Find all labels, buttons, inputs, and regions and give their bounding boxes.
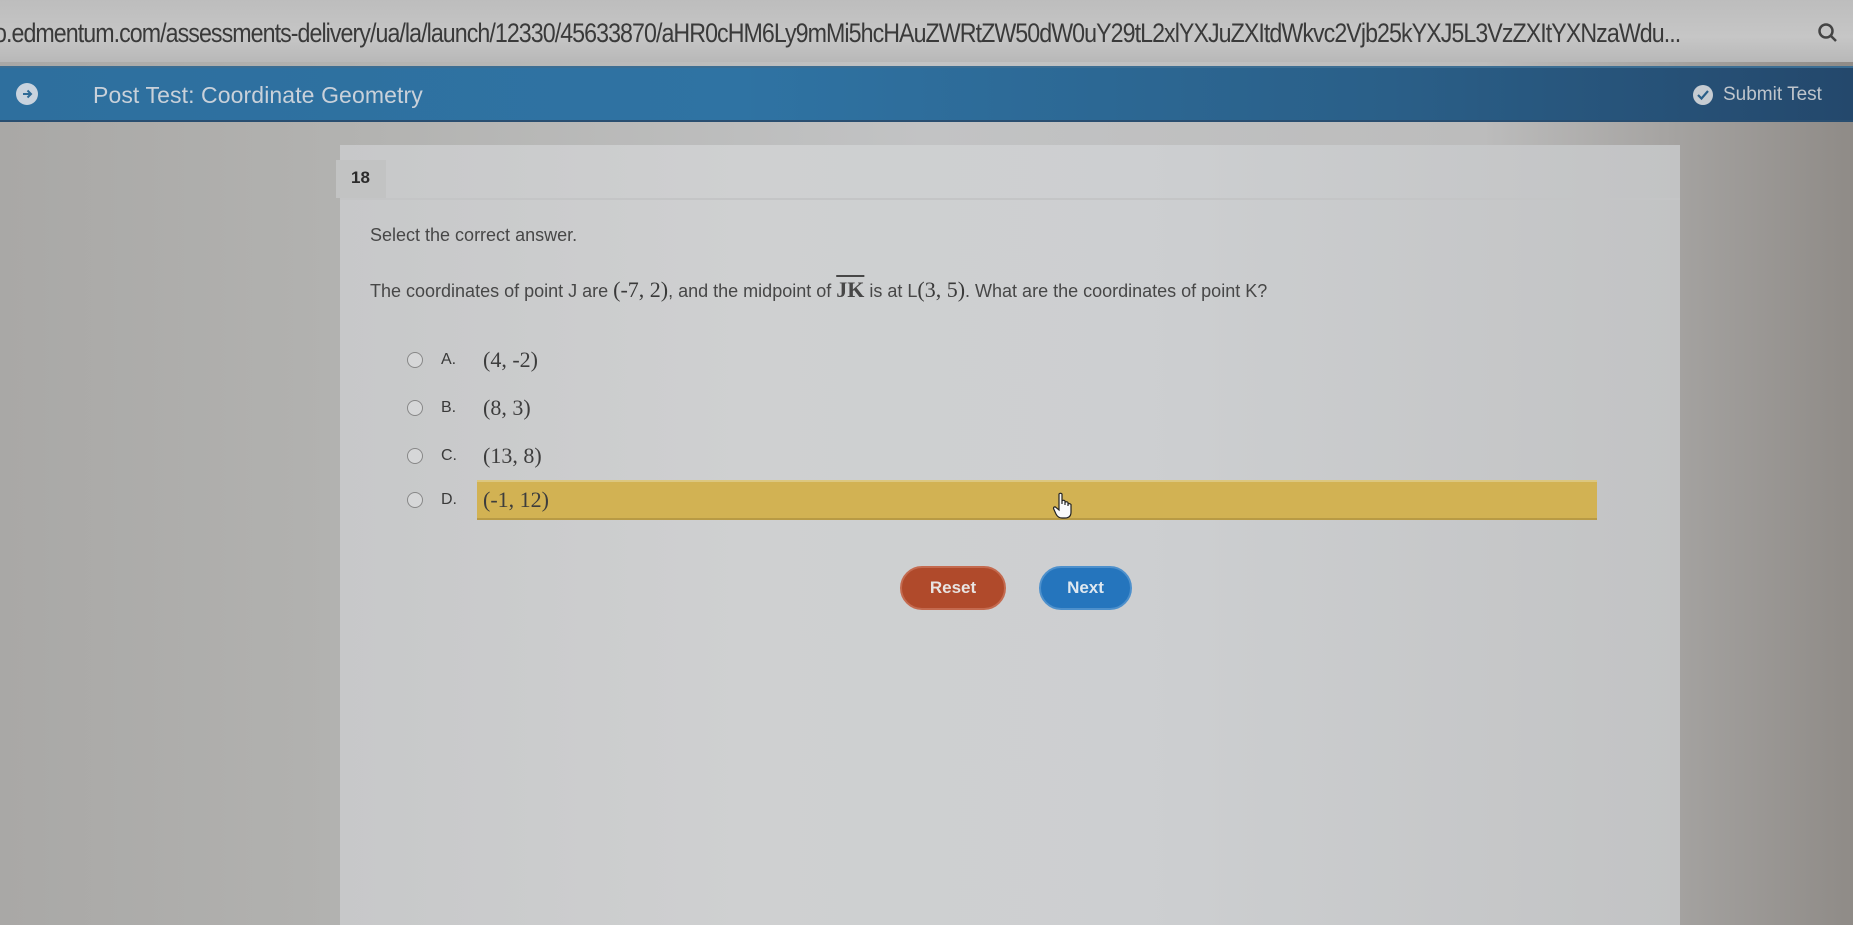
prompt-text: is at L	[864, 281, 918, 301]
arrow-circle-icon[interactable]	[16, 83, 38, 105]
test-title: Post Test: Coordinate Geometry	[93, 82, 423, 108]
question-divider	[340, 198, 1680, 200]
option-value[interactable]: (8, 3)	[483, 388, 531, 428]
radio-button[interactable]	[407, 352, 423, 368]
option-letter: C.	[441, 447, 457, 464]
submit-test-button[interactable]: Submit Test	[1693, 80, 1822, 110]
option-value[interactable]: (4, -2)	[483, 340, 538, 380]
browser-address-bar[interactable]: o.edmentum.com/assessments-delivery/ua/l…	[0, 0, 1853, 62]
reset-button[interactable]: Reset	[900, 566, 1006, 610]
hand-cursor-icon	[1052, 492, 1074, 525]
prompt-text: . What are the coordinates of point K?	[965, 281, 1268, 301]
option-value-highlighted[interactable]: (-1, 12)	[477, 480, 1597, 520]
option-c[interactable]: C. (13, 8)	[400, 436, 1600, 476]
question-number: 18	[351, 168, 370, 187]
point-j-coordinates: (-7, 2)	[613, 277, 669, 302]
segment-jk: JK	[836, 277, 865, 302]
magnifier-icon[interactable]	[1817, 22, 1839, 44]
question-card	[340, 145, 1680, 925]
option-d[interactable]: D. (-1, 12)	[400, 480, 1600, 520]
midpoint-l-coordinates: (3, 5)	[917, 277, 966, 302]
option-value[interactable]: (13, 8)	[483, 436, 542, 476]
option-b[interactable]: B. (8, 3)	[400, 388, 1600, 428]
radio-button[interactable]	[407, 448, 423, 464]
option-letter: A.	[441, 351, 457, 368]
prompt-text: , and the midpoint of	[668, 281, 837, 301]
test-header: Post Test: Coordinate Geometry Submit Te…	[0, 66, 1853, 122]
radio-button[interactable]	[407, 492, 423, 508]
next-button[interactable]: Next	[1039, 566, 1132, 610]
url-text[interactable]: o.edmentum.com/assessments-delivery/ua/l…	[0, 18, 1681, 49]
option-letter: B.	[441, 399, 457, 416]
prompt-text: The coordinates of point J are	[370, 281, 614, 301]
question-instruction: Select the correct answer.	[370, 225, 578, 245]
option-a[interactable]: A. (4, -2)	[400, 340, 1600, 380]
radio-button[interactable]	[407, 400, 423, 416]
submit-test-label: Submit Test	[1723, 84, 1822, 105]
question-prompt: The coordinates of point J are (-7, 2), …	[370, 277, 1267, 303]
check-circle-icon	[1693, 85, 1713, 105]
